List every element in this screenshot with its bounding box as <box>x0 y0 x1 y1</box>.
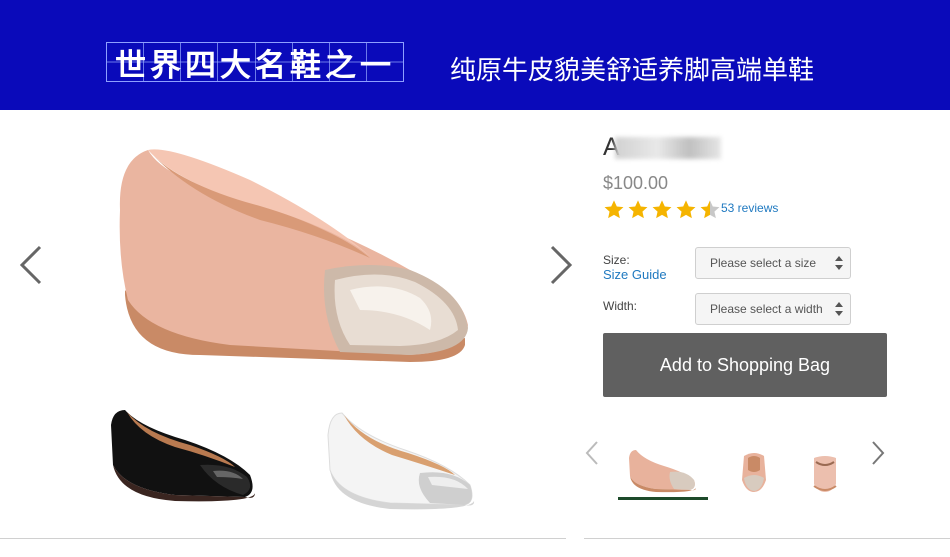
thumbnail-black[interactable] <box>105 405 260 505</box>
reviews-link[interactable]: 53 reviews <box>721 201 778 215</box>
chevron-left-icon <box>19 245 42 285</box>
gallery-next-button[interactable] <box>546 243 576 287</box>
thumbnail-white[interactable] <box>320 405 480 513</box>
select-arrows-icon <box>835 256 843 270</box>
star-icon <box>628 200 648 219</box>
view-thumb-front[interactable] <box>738 450 770 494</box>
thumbs-prev-button[interactable] <box>584 440 600 466</box>
add-to-bag-button[interactable]: Add to Shopping Bag <box>603 333 887 397</box>
star-icon <box>676 200 696 219</box>
view-thumb-side[interactable] <box>626 448 698 493</box>
select-arrows-icon <box>835 302 843 316</box>
size-select-value: Please select a size <box>710 256 817 270</box>
size-select[interactable]: Please select a size <box>695 247 851 279</box>
star-icon <box>604 200 624 219</box>
width-select-value: Please select a width <box>710 302 823 316</box>
product-price: $100.00 <box>603 173 669 193</box>
active-thumb-indicator <box>618 497 708 500</box>
promo-banner: 世界四大名鞋之一 纯原牛皮貌美舒适养脚高端单鞋 <box>0 0 950 110</box>
main-product-image[interactable] <box>110 140 475 375</box>
redacted-name <box>615 137 721 159</box>
view-thumb-heel[interactable] <box>810 452 840 494</box>
chevron-right-icon <box>872 441 885 465</box>
size-label: Size: <box>603 253 630 267</box>
banner-title-right: 纯原牛皮貌美舒适养脚高端单鞋 <box>450 56 815 86</box>
width-select[interactable]: Please select a width <box>695 293 851 325</box>
chevron-right-icon <box>550 245 573 285</box>
thumbs-next-button[interactable] <box>870 440 886 466</box>
divider <box>584 538 950 539</box>
gallery-prev-button[interactable] <box>16 243 46 287</box>
size-guide-link[interactable]: Size Guide <box>603 267 667 282</box>
banner-title-box: 世界四大名鞋之一 <box>106 42 404 84</box>
banner-title-left: 世界四大名鞋之一 <box>115 47 395 84</box>
divider <box>0 538 566 539</box>
star-icon <box>652 200 672 219</box>
star-half-icon <box>700 200 720 219</box>
width-label: Width: <box>603 299 638 313</box>
rating-stars <box>603 199 723 221</box>
chevron-left-icon <box>585 441 598 465</box>
